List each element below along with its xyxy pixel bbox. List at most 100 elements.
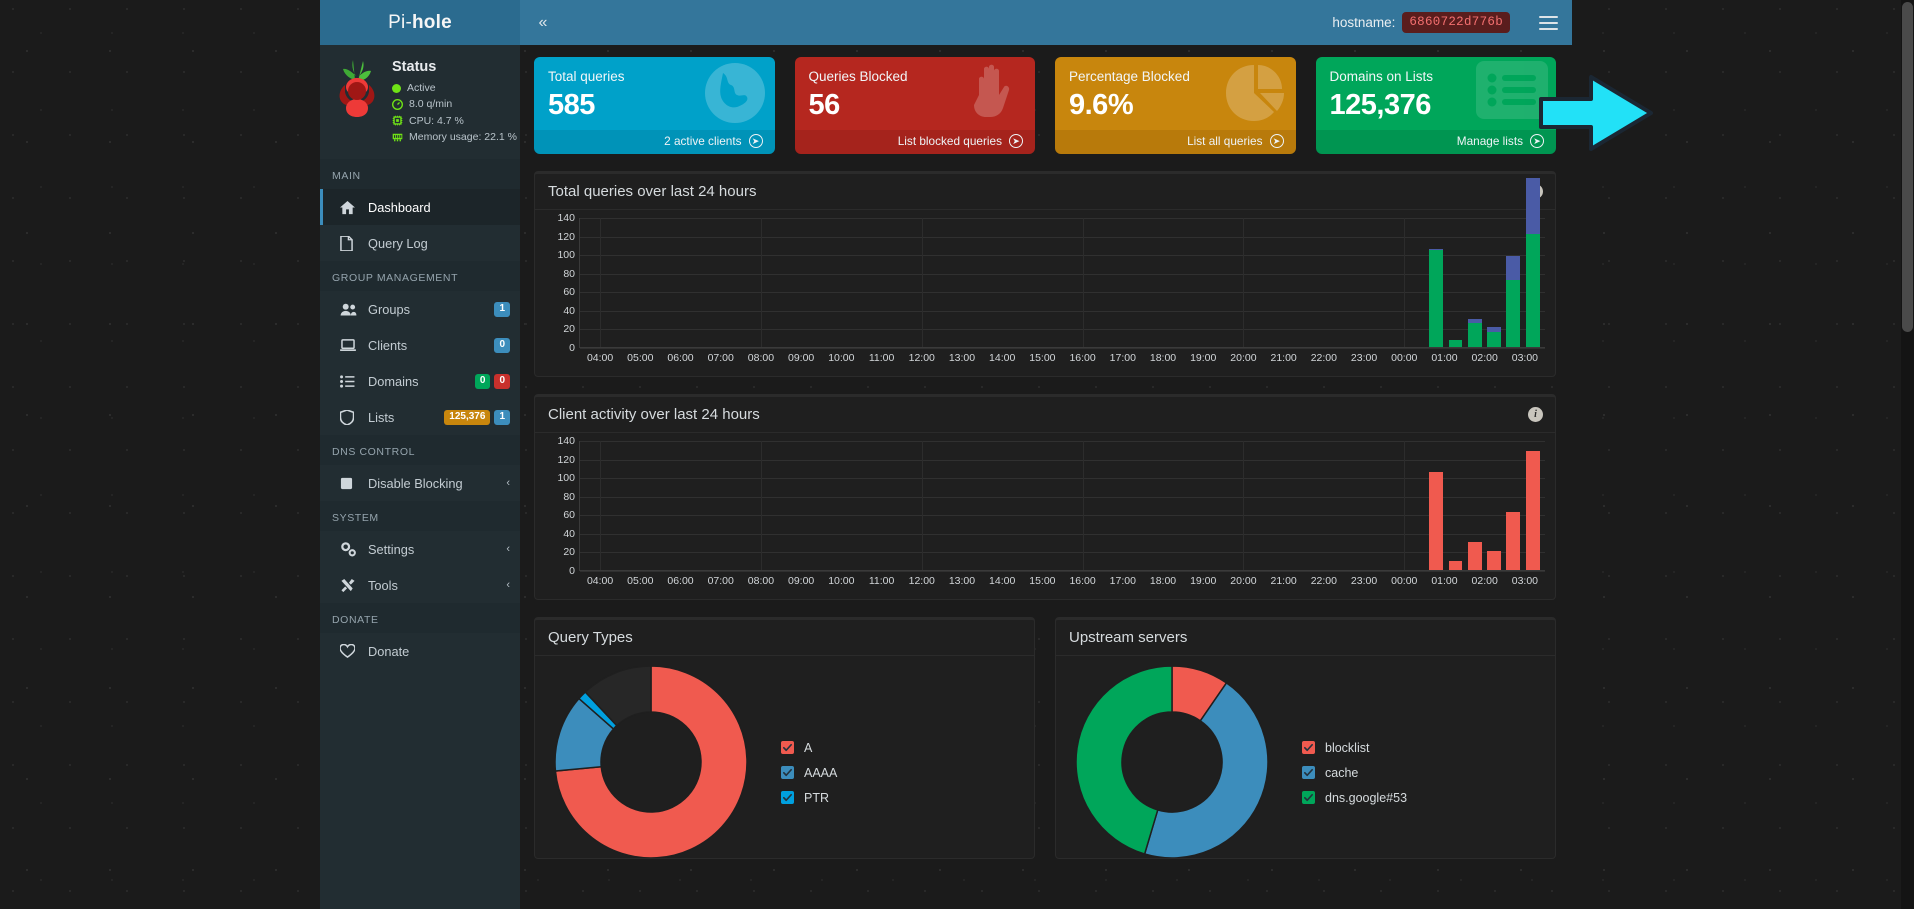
- legend-item[interactable]: A: [781, 738, 837, 757]
- total-queries-title: Total queries over last 24 hours: [548, 183, 757, 200]
- status-line-1: Active: [392, 80, 517, 96]
- brand-logo[interactable]: Pi-hole: [320, 0, 520, 45]
- client-activity-chart[interactable]: 0 20 40 60 80 100 120 140 04:00 05:00 06:00 07:00 08…: [545, 435, 1545, 593]
- status-line-label: CPU: 4.7 %: [409, 114, 464, 127]
- sidebar-item-label: Lists: [368, 409, 395, 425]
- gridline-vertical: [1243, 441, 1245, 570]
- sidebar-item-settings[interactable]: Settings ‹: [320, 531, 520, 567]
- gridline: [580, 515, 1545, 517]
- x-axis-tick-label: 19:00: [1190, 575, 1217, 587]
- x-axis-tick-label: 03:00: [1511, 352, 1539, 364]
- gridline: [580, 552, 1545, 554]
- sidebar-item-disable-blocking[interactable]: Disable Blocking ‹: [320, 465, 520, 501]
- stat-card-total-queries[interactable]: Total queries 585 2 active clients ➤: [534, 57, 775, 154]
- upstream-servers-donut[interactable]: [1075, 665, 1269, 859]
- legend-item[interactable]: cache: [1302, 763, 1407, 782]
- shield-icon: [340, 409, 358, 425]
- chart-bar-segment: [1525, 451, 1540, 570]
- sidebar-badge: 0: [494, 337, 510, 353]
- sidebar-section-header: DONATE: [320, 603, 520, 634]
- legend-item[interactable]: blocklist: [1302, 738, 1407, 757]
- query-types-body: A AAAA PTR: [535, 656, 1034, 859]
- gears-icon: [340, 541, 358, 557]
- x-axis-tick-label: 21:00: [1270, 575, 1297, 587]
- sidebar-collapse-icon[interactable]: «: [520, 0, 566, 45]
- client-activity-title: Client activity over last 24 hours: [548, 406, 760, 423]
- legend-item[interactable]: PTR: [781, 788, 837, 807]
- x-axis-tick-label: 10:00: [828, 575, 855, 587]
- legend-checkbox[interactable]: [1302, 766, 1315, 779]
- hamburger-icon[interactable]: [1524, 0, 1572, 45]
- client-activity-body: 0 20 40 60 80 100 120 140 04:00 05:00 06:00 07:00 08…: [535, 433, 1555, 599]
- total-queries-box: Total queries over last 24 hours i 0 20 40…: [534, 171, 1556, 377]
- chart-bar-segment: [1525, 233, 1540, 347]
- query-types-donut[interactable]: [554, 665, 748, 859]
- legend-item[interactable]: dns.google#53: [1302, 788, 1407, 807]
- cpu-icon: [392, 115, 403, 126]
- x-axis-tick-label: 23:00: [1350, 575, 1378, 587]
- x-axis-tick-label: 18:00: [1149, 575, 1177, 587]
- legend-checkbox[interactable]: [781, 791, 794, 804]
- scrollbar-thumb[interactable]: [1902, 2, 1913, 332]
- stat-card-footer-link[interactable]: Manage lists ➤: [1315, 130, 1556, 154]
- total-queries-body: 0 20 40 60 80 100 120 140 04:00 05:00 06:00 07:00 08…: [535, 178, 1555, 376]
- x-axis-tick-label: 02:00: [1471, 575, 1498, 587]
- legend-checkbox[interactable]: [781, 741, 794, 754]
- x-axis-tick-label: 14:00: [989, 575, 1016, 587]
- file-icon: [340, 235, 358, 251]
- x-axis-tick-label: 17:00: [1109, 352, 1136, 364]
- navbar-right-group: hostname: 6860722d776b: [1332, 0, 1572, 45]
- legend-checkbox[interactable]: [781, 766, 794, 779]
- sidebar-item-domains[interactable]: Domains 0 0: [320, 363, 520, 399]
- chart-bar: [1448, 440, 1463, 570]
- stat-card-domains-on-lists[interactable]: Domains on Lists 125,376 Manage lists ➤: [1315, 57, 1556, 154]
- legend-label: dns.google#53: [1325, 790, 1408, 805]
- sidebar-item-dashboard[interactable]: Dashboard: [320, 189, 520, 226]
- donut-charts-row: Query Types A AAAA PTR Upstream servers bl…: [534, 600, 1556, 859]
- stat-card-footer-link[interactable]: 2 active clients ➤: [534, 130, 775, 154]
- sidebar-badge: 1: [494, 301, 510, 317]
- gridline-vertical: [1404, 441, 1406, 570]
- info-icon[interactable]: i: [1528, 407, 1543, 422]
- x-axis-tick-label: 07:00: [707, 352, 734, 364]
- stop-square-icon: [340, 477, 358, 490]
- sidebar-badge: 0: [474, 373, 491, 389]
- hostname-display: hostname: 6860722d776b: [1332, 12, 1524, 33]
- chart-bar-segment: [1506, 512, 1521, 570]
- home-icon: [340, 200, 358, 215]
- stat-card-queries-blocked[interactable]: Queries Blocked 56 List blocked queries ➤: [794, 57, 1035, 154]
- arrow-right-icon: ➤: [1530, 134, 1544, 148]
- x-axis-tick-label: 09:00: [788, 575, 815, 587]
- stat-card-footer-link[interactable]: List all queries ➤: [1055, 130, 1296, 154]
- sidebar-item-query-log[interactable]: Query Log: [320, 225, 520, 261]
- sidebar-item-lists[interactable]: Lists 125,376 1: [320, 399, 520, 435]
- navbar-content: « hostname: 6860722d776b: [520, 0, 1572, 45]
- page-scrollbar[interactable]: [1901, 0, 1914, 909]
- stat-card-body: Percentage Blocked 9.6%: [1055, 57, 1296, 130]
- x-axis-tick-label: 12:00: [908, 575, 935, 587]
- stat-card-body: Total queries 585: [534, 57, 775, 130]
- gridline: [580, 571, 1545, 572]
- sidebar-item-label: Groups: [368, 301, 410, 317]
- y-axis-tick-label: 40: [563, 527, 575, 540]
- sidebar-section-header: DNS CONTROL: [320, 435, 520, 466]
- brand-prefix: Pi-: [388, 11, 412, 33]
- arrow-right-icon: ➤: [1269, 134, 1284, 148]
- total-queries-chart[interactable]: 0 20 40 60 80 100 120 140 04:00 05:00 06:00 07:00 08…: [545, 178, 1545, 370]
- legend-checkbox[interactable]: [1302, 741, 1315, 754]
- sidebar-item-label: Settings: [368, 541, 415, 557]
- list-icon: [340, 374, 358, 388]
- sidebar-item-groups[interactable]: Groups 1: [320, 291, 520, 327]
- sidebar-item-clients[interactable]: Clients 0: [320, 327, 520, 363]
- sidebar-item-donate[interactable]: Donate: [320, 633, 520, 669]
- legend-item[interactable]: AAAA: [781, 763, 837, 782]
- upstream-servers-box: Upstream servers blocklist cache dns.googl…: [1055, 617, 1556, 859]
- legend-checkbox[interactable]: [1302, 791, 1315, 804]
- x-axis-tick-label: 01:00: [1431, 575, 1458, 587]
- sidebar-item-tools[interactable]: Tools ‹: [320, 567, 520, 603]
- sidebar-item-label: Disable Blocking: [368, 475, 463, 491]
- stat-card-footer-link[interactable]: List blocked queries ➤: [794, 130, 1035, 154]
- gridline: [580, 236, 1545, 238]
- y-axis-tick-label: 80: [563, 490, 575, 503]
- stat-card-percentage-blocked[interactable]: Percentage Blocked 9.6% List all queries ➤: [1055, 57, 1296, 154]
